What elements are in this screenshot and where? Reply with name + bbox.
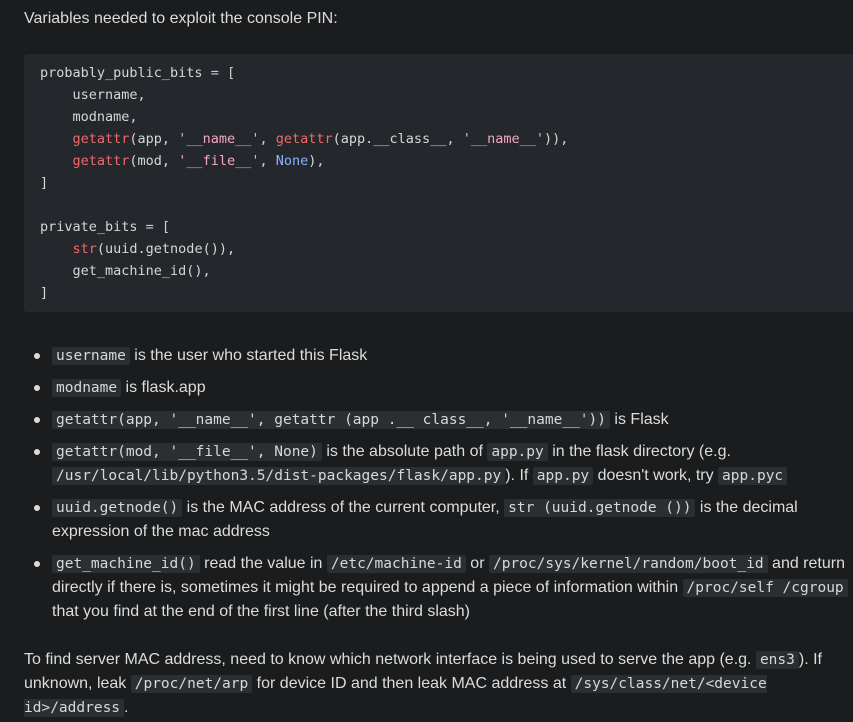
text-segment: is Flask (609, 411, 669, 428)
bullet-icon (34, 505, 40, 511)
code-token: '__name__' (462, 131, 544, 147)
bullet-icon (34, 385, 40, 391)
bullet-icon (34, 561, 40, 567)
code-token: ] (40, 175, 49, 191)
inline-code: /usr/local/lib/python3.5/dist-packages/f… (52, 467, 506, 485)
code-token: (app.__class__, (332, 131, 463, 147)
text-segment: that you find at the end of the first li… (52, 603, 471, 620)
code-line: probably_public_bits = [ (40, 62, 853, 84)
code-token: getattr (72, 131, 130, 147)
text-segment: ). If (505, 467, 533, 484)
inline-code: ens3 (755, 651, 799, 669)
code-token: None (275, 153, 309, 169)
bullet-icon (34, 449, 40, 455)
code-token: probably_public_bits (40, 65, 211, 81)
inline-code: app.pyc (718, 467, 788, 485)
inline-code: /etc/machine-id (326, 555, 466, 573)
text-segment: is flask.app (121, 379, 206, 396)
code-line: get_machine_id(), (40, 260, 853, 282)
inline-code: /proc/sys/kernel/random/boot_id (488, 555, 768, 573)
code-token: '__name__' (178, 131, 260, 147)
inline-code: app.py (532, 467, 594, 485)
intro-paragraph: Variables needed to exploit the console … (24, 10, 338, 27)
text-segment: is the user who started this Flask (129, 347, 368, 364)
inline-code: getattr(app, '__name__', getattr (app ._… (52, 411, 610, 429)
footer-paragraph: To find server MAC address, need to know… (24, 648, 850, 720)
code-line: username, (40, 84, 853, 106)
code-token: (mod, (129, 153, 179, 169)
code-token: ] (40, 285, 49, 301)
list-item: getattr(app, '__name__', getattr (app ._… (0, 408, 853, 432)
list-item: get_machine_id() read the value in /etc/… (0, 552, 853, 624)
text-segment: is the MAC address of the current comput… (182, 499, 505, 516)
code-token: str (72, 241, 97, 257)
inline-code: /proc/self /cgroup (682, 579, 848, 597)
list-item: getattr(mod, '__file__', None) is the ab… (0, 440, 853, 488)
inline-code: get_machine_id() (52, 555, 200, 573)
list-item: username is the user who started this Fl… (0, 344, 853, 368)
code-line: getattr(app, '__name__', getattr(app.__c… (40, 128, 853, 150)
bullet-icon (34, 353, 40, 359)
code-token: = [ (145, 219, 171, 235)
code-line: modname, (40, 106, 853, 128)
text-segment: doesn't work, try (593, 467, 719, 484)
inline-code: str (uuid.getnode ()) (504, 499, 696, 517)
inline-code: uuid.getnode() (52, 499, 183, 517)
code-token: (uuid.getnode()), (96, 241, 236, 257)
inline-code: modname (52, 379, 122, 397)
text-segment: . (124, 699, 129, 716)
list-item: modname is flask.app (0, 376, 853, 400)
text-segment: read the value in (199, 555, 327, 572)
inline-code: app.py (487, 443, 548, 461)
code-token: username, (40, 87, 146, 103)
bullet-icon (34, 417, 40, 423)
code-token: = [ (210, 65, 236, 81)
code-token: getattr (275, 131, 333, 147)
code-token: private_bits (40, 219, 146, 235)
code-token: (app, (129, 131, 179, 147)
code-token: , (259, 131, 276, 147)
code-line: ] (40, 282, 853, 304)
code-token: getattr (72, 153, 130, 169)
text-segment: is the absolute path of (321, 443, 488, 460)
code-token: modname, (40, 109, 138, 125)
code-line: getattr(mod, '__file__', None), (40, 150, 853, 172)
text-segment: for device ID and then leak MAC address … (252, 675, 571, 692)
code-block: probably_public_bits = [ username, modna… (24, 54, 853, 312)
code-token: )), (543, 131, 569, 147)
list-item: uuid.getnode() is the MAC address of the… (0, 496, 853, 544)
inline-code: getattr(mod, '__file__', None) (52, 443, 322, 461)
text-segment: or (465, 555, 489, 572)
code-token: , (259, 153, 276, 169)
code-token: ), (308, 153, 325, 169)
variable-list: username is the user who started this Fl… (0, 344, 853, 632)
code-token: get_machine_id(), (40, 263, 211, 279)
inline-code: username (52, 347, 130, 365)
document-page: Variables needed to exploit the console … (0, 0, 853, 722)
inline-code: /proc/net/arp (130, 675, 253, 693)
text-segment: in the flask directory (e.g. (547, 443, 731, 460)
code-token: '__file__' (178, 153, 260, 169)
code-line: private_bits = [ (40, 216, 853, 238)
text-segment: To find server MAC address, need to know… (24, 651, 756, 668)
code-line: ] (40, 172, 853, 194)
code-line: str(uuid.getnode()), (40, 238, 853, 260)
